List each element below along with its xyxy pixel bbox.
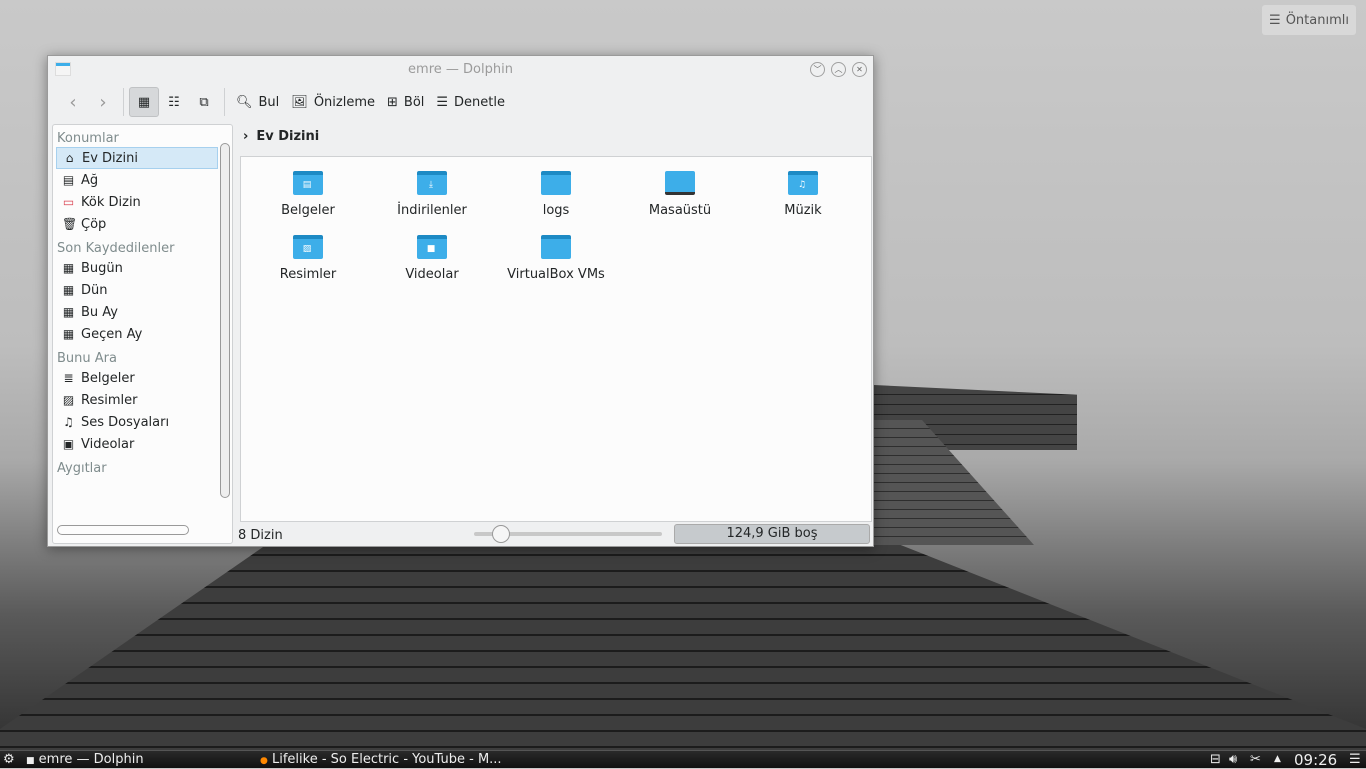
toolbar: ‹ › ▦ ☷ ⧉ 🔍︎ Bul 🖼︎ Önizleme ⊞ Böl ☰ Denetle: [48, 85, 873, 119]
chevron-right-icon: ›: [243, 129, 249, 144]
icons-view-button[interactable]: ▦: [129, 87, 159, 117]
zoom-slider-handle[interactable]: [492, 525, 510, 543]
folder-item[interactable]: logs: [494, 171, 618, 218]
folder-downloads-icon: ⤓: [417, 171, 447, 195]
panel-menu-icon[interactable]: ☰: [1349, 752, 1361, 767]
home-icon: ⌂: [65, 150, 74, 165]
status-bar: 8 Dizin 124,9 GiB boş: [238, 524, 872, 546]
network-icon[interactable]: ⊟: [1210, 752, 1221, 767]
control-menu-button[interactable]: ☰ Denetle: [430, 87, 511, 117]
taskbar: ⚙ ■ emre — Dolphin ● Lifelike - So Elect…: [0, 750, 1366, 769]
folder-item[interactable]: ■ Videolar: [370, 235, 494, 282]
calendar-icon: ▦: [62, 326, 75, 341]
film-icon: ▣: [62, 436, 75, 451]
folder-item[interactable]: ⤓ İndirilenler: [370, 171, 494, 218]
split-button[interactable]: ⊞ Böl: [381, 87, 430, 117]
folder-videos-icon: ■: [417, 235, 447, 259]
split-icon: ⊞: [387, 94, 398, 110]
trash-icon: 🗑︎: [62, 216, 78, 231]
desktop-icon: [665, 171, 695, 195]
search-videos[interactable]: ▣ Videolar: [56, 433, 218, 455]
folder-item[interactable]: Masaüstü: [618, 171, 742, 218]
sidebar-horizontal-scrollbar[interactable]: [57, 525, 189, 535]
compact-view-button[interactable]: ☷: [159, 87, 189, 117]
app-launcher-icon[interactable]: ⚙: [3, 752, 15, 767]
recent-last-month[interactable]: ▦ Geçen Ay: [56, 323, 218, 345]
document-icon: ≣: [63, 370, 74, 385]
clipboard-icon[interactable]: ✂: [1250, 752, 1261, 767]
details-view-button[interactable]: ⧉: [189, 87, 219, 117]
folder-pictures-icon: ▨: [293, 235, 323, 259]
section-places: Konumlar: [57, 131, 119, 146]
item-count: 8 Dizin: [238, 527, 283, 543]
music-icon: ♫: [63, 414, 74, 429]
folder-red-icon: ▭: [62, 194, 75, 209]
folder-music-icon: ♫: [788, 171, 818, 195]
task-dolphin[interactable]: ■ emre — Dolphin: [26, 752, 144, 767]
desktop-preset-button[interactable]: ☰ Öntanımlı: [1262, 5, 1356, 35]
preview-button[interactable]: 🖼︎ Önizleme: [285, 87, 381, 117]
folder-item[interactable]: ▤ Belgeler: [246, 171, 370, 218]
zoom-slider[interactable]: [474, 525, 662, 543]
dolphin-window: emre — Dolphin ﹀ ︿ ✕ ‹ › ▦ ☷ ⧉ 🔍︎ Bul 🖼︎ Ö…: [47, 55, 874, 547]
task-firefox[interactable]: ● Lifelike - So Electric - YouTube - M..…: [260, 752, 502, 767]
network-icon: ▤: [62, 172, 75, 187]
clock[interactable]: 09:26: [1294, 751, 1337, 769]
folder-icon: [541, 235, 571, 259]
volume-icon[interactable]: 🔊︎: [1229, 752, 1237, 767]
minimize-button[interactable]: ﹀: [810, 62, 825, 77]
free-space-bar: 124,9 GiB boş: [674, 524, 870, 544]
folder-item[interactable]: VirtualBox VMs: [494, 235, 618, 282]
folder-item[interactable]: ♫ Müzik: [741, 171, 865, 218]
section-devices: Aygıtlar: [57, 461, 107, 476]
breadcrumb[interactable]: › Ev Dizini: [243, 129, 319, 144]
search-audio[interactable]: ♫ Ses Dosyaları: [56, 411, 218, 433]
recent-this-month[interactable]: ▦ Bu Ay: [56, 301, 218, 323]
image-icon: 🖼︎: [291, 94, 308, 110]
maximize-button[interactable]: ︿: [831, 62, 846, 77]
search-icon: 🔍︎: [236, 94, 253, 110]
search-documents[interactable]: ≣ Belgeler: [56, 367, 218, 389]
calendar-icon: ▦: [62, 282, 75, 297]
place-trash[interactable]: 🗑︎ Çöp: [56, 213, 218, 235]
section-recent: Son Kaydedilenler: [57, 241, 175, 256]
firefox-icon: ●: [260, 756, 268, 766]
back-button[interactable]: ‹: [58, 87, 88, 117]
place-home[interactable]: ⌂ Ev Dizini: [56, 147, 218, 169]
folder-icon: [541, 171, 571, 195]
window-title: emre — Dolphin: [408, 62, 513, 77]
folder-documents-icon: ▤: [293, 171, 323, 195]
file-view[interactable]: ▤ Belgeler ⤓ İndirilenler logs Masaüstü ♫ M…: [240, 156, 872, 522]
image-icon: ▨: [62, 392, 75, 407]
sidebar-vertical-scrollbar[interactable]: [220, 143, 230, 498]
calendar-icon: ▦: [62, 260, 75, 275]
menu-icon: ☰: [1269, 12, 1281, 28]
tray-expand-icon[interactable]: ▲: [1274, 754, 1281, 764]
recent-yesterday[interactable]: ▦ Dün: [56, 279, 218, 301]
find-button[interactable]: 🔍︎ Bul: [230, 87, 285, 117]
wallpaper-pier: [0, 540, 1366, 750]
recent-today[interactable]: ▦ Bugün: [56, 257, 218, 279]
search-images[interactable]: ▨ Resimler: [56, 389, 218, 411]
folder-item[interactable]: ▨ Resimler: [246, 235, 370, 282]
close-button[interactable]: ✕: [852, 62, 867, 77]
section-search: Bunu Ara: [57, 351, 117, 366]
calendar-icon: ▦: [62, 304, 75, 319]
folder-icon: ■: [26, 756, 35, 766]
places-panel: Konumlar ⌂ Ev Dizini ▤ Ağ ▭ Kök Dizin 🗑︎ Çöp…: [52, 124, 233, 544]
forward-button[interactable]: ›: [88, 87, 118, 117]
place-root[interactable]: ▭ Kök Dizin: [56, 191, 218, 213]
hamburger-icon: ☰: [436, 94, 449, 110]
place-network[interactable]: ▤ Ağ: [56, 169, 218, 191]
